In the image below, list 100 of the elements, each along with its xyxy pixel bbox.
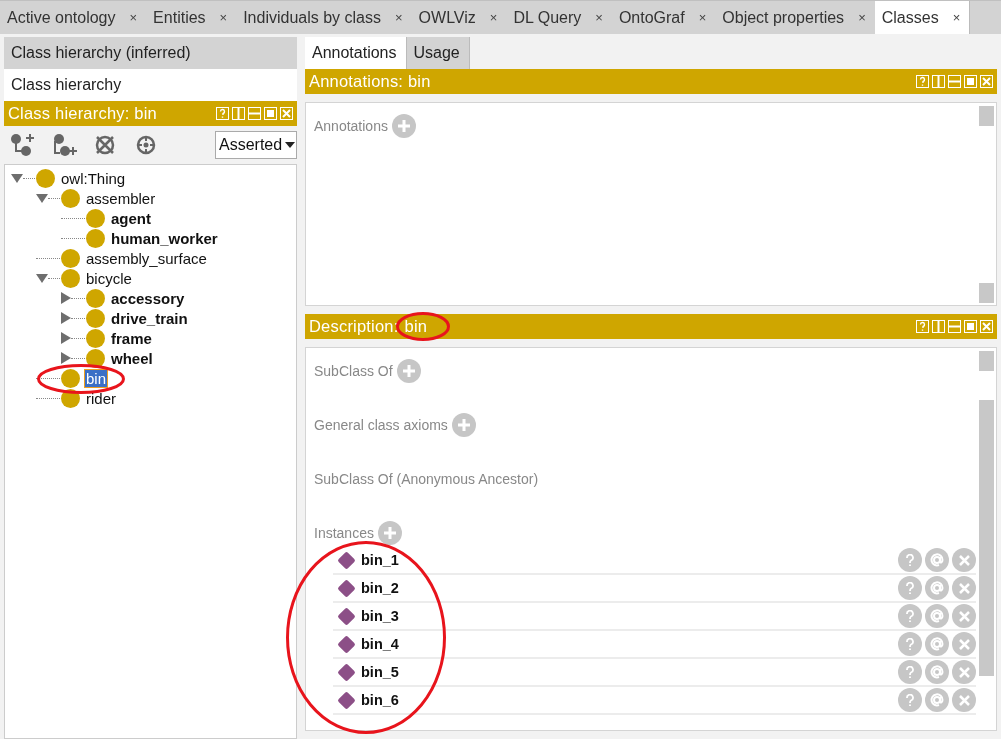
editor-tab[interactable]: OntoGraf × — [611, 1, 716, 34]
instance-row[interactable]: bin_6 — [333, 687, 976, 715]
expanded-triangle-icon[interactable] — [36, 273, 48, 283]
help-icon[interactable] — [916, 320, 929, 333]
expanded-triangle-icon[interactable] — [11, 173, 23, 183]
delete-button[interactable] — [952, 548, 976, 572]
help-icon[interactable] — [916, 75, 929, 88]
editor-tab[interactable]: DL Query × — [506, 1, 612, 34]
view-tab[interactable]: Annotations — [305, 37, 407, 69]
annotate-button[interactable] — [925, 688, 949, 712]
tab-close-button[interactable]: × — [595, 10, 603, 25]
expanded-triangle-icon[interactable] — [36, 193, 48, 203]
view-tab[interactable]: Class hierarchy — [4, 69, 297, 101]
instance-row[interactable]: bin_1 — [333, 547, 976, 575]
help-icon[interactable] — [216, 107, 229, 120]
instance-name: bin_3 — [361, 608, 400, 624]
tab-close-button[interactable]: × — [219, 10, 228, 25]
tree-node-label[interactable]: agent — [110, 209, 152, 227]
explain-button[interactable] — [898, 604, 922, 628]
delete-button[interactable] — [952, 632, 976, 656]
split-vertical-icon[interactable] — [932, 320, 945, 333]
explain-button[interactable] — [898, 660, 922, 684]
instance-row[interactable]: bin_5 — [333, 659, 976, 687]
explain-button[interactable] — [898, 548, 922, 572]
tab-close-button[interactable]: × — [395, 10, 403, 25]
section-label: Annotations — [314, 118, 388, 134]
scrollbar[interactable] — [979, 283, 994, 303]
tab-close-button[interactable]: × — [129, 10, 138, 25]
tree-node-label[interactable]: frame — [110, 329, 153, 347]
tree-node-label[interactable]: assembler — [85, 189, 157, 207]
tab-close-button[interactable]: × — [698, 10, 707, 25]
scrollbar[interactable] — [979, 106, 994, 126]
collapsed-triangle-icon[interactable] — [61, 292, 71, 304]
add-button[interactable] — [377, 521, 402, 545]
annotate-button[interactable] — [925, 632, 949, 656]
annotate-button[interactable] — [925, 604, 949, 628]
editor-tab[interactable]: Classes × — [874, 1, 971, 34]
tree-node-label[interactable]: bicycle — [85, 269, 133, 287]
tab-close-button[interactable]: × — [858, 10, 866, 25]
close-icon — [958, 694, 970, 706]
annotate-button[interactable] — [925, 548, 949, 572]
split-horizontal-icon[interactable] — [248, 107, 261, 120]
editor-tab[interactable]: Active ontology × — [0, 1, 147, 34]
close-icon — [958, 638, 970, 650]
class-icon — [61, 368, 80, 388]
dropdown-caret-icon — [285, 142, 296, 148]
at-sign-icon — [929, 636, 945, 652]
split-horizontal-icon[interactable] — [948, 320, 961, 333]
annotate-button[interactable] — [925, 660, 949, 684]
delete-button[interactable] — [952, 688, 976, 712]
instance-row[interactable]: bin_4 — [333, 631, 976, 659]
split-horizontal-icon[interactable] — [948, 75, 961, 88]
explain-button[interactable] — [898, 576, 922, 600]
tab-close-button[interactable]: × — [489, 10, 498, 25]
maximize-icon[interactable] — [964, 75, 977, 88]
delete-button[interactable] — [952, 604, 976, 628]
delete-button[interactable] — [952, 660, 976, 684]
plus-icon — [396, 119, 411, 133]
explain-button[interactable] — [898, 688, 922, 712]
view-title: Annotations: bin — [309, 72, 432, 91]
collapsed-triangle-icon[interactable] — [61, 312, 71, 324]
scrollbar[interactable] — [979, 351, 994, 371]
tree-node-label[interactable]: bin — [85, 369, 108, 387]
editor-tab[interactable]: Individuals by class × — [236, 1, 412, 34]
close-icon[interactable] — [980, 320, 993, 333]
maximize-icon[interactable] — [964, 320, 977, 333]
section-label: General class axioms — [314, 417, 448, 433]
explain-button[interactable] — [898, 632, 922, 656]
split-vertical-icon[interactable] — [232, 107, 245, 120]
tree-node-label[interactable]: assembly_surface — [85, 249, 208, 267]
editor-tab[interactable]: OWLViz × — [411, 1, 507, 34]
instance-row[interactable]: bin_3 — [333, 603, 976, 631]
tree-node-label[interactable]: drive_train — [110, 309, 189, 327]
annotate-button[interactable] — [925, 576, 949, 600]
tab-close-button[interactable]: × — [952, 10, 961, 25]
split-vertical-icon[interactable] — [932, 75, 945, 88]
tree-node-label[interactable]: wheel — [110, 349, 154, 367]
hierarchy-mode-select[interactable]: Asserted — [215, 131, 297, 159]
collapsed-triangle-icon[interactable] — [61, 332, 71, 344]
close-icon[interactable] — [980, 75, 993, 88]
close-icon[interactable] — [280, 107, 293, 120]
tree-node-label[interactable]: human_worker — [110, 229, 219, 247]
instance-row[interactable]: bin_2 — [333, 575, 976, 603]
at-sign-icon — [929, 692, 945, 708]
instance-name: bin_2 — [361, 580, 400, 596]
editor-tab[interactable]: Object properties × — [715, 1, 875, 34]
view-tab[interactable]: Usage — [406, 37, 470, 69]
view-tab[interactable]: Class hierarchy (inferred) — [4, 37, 297, 69]
at-sign-icon — [929, 580, 945, 596]
editor-tab[interactable]: Entities × — [146, 1, 237, 34]
help-icon — [905, 554, 915, 566]
tree-node-label[interactable]: rider — [85, 389, 117, 407]
maximize-icon[interactable] — [264, 107, 277, 120]
scrollbar-thumb[interactable] — [979, 400, 994, 676]
close-icon — [958, 582, 970, 594]
tree-node-label[interactable]: accessory — [110, 289, 186, 307]
delete-button[interactable] — [952, 576, 976, 600]
tree-node-label[interactable]: owl:Thing — [60, 169, 127, 187]
close-icon — [958, 610, 970, 622]
collapsed-triangle-icon[interactable] — [61, 352, 71, 364]
